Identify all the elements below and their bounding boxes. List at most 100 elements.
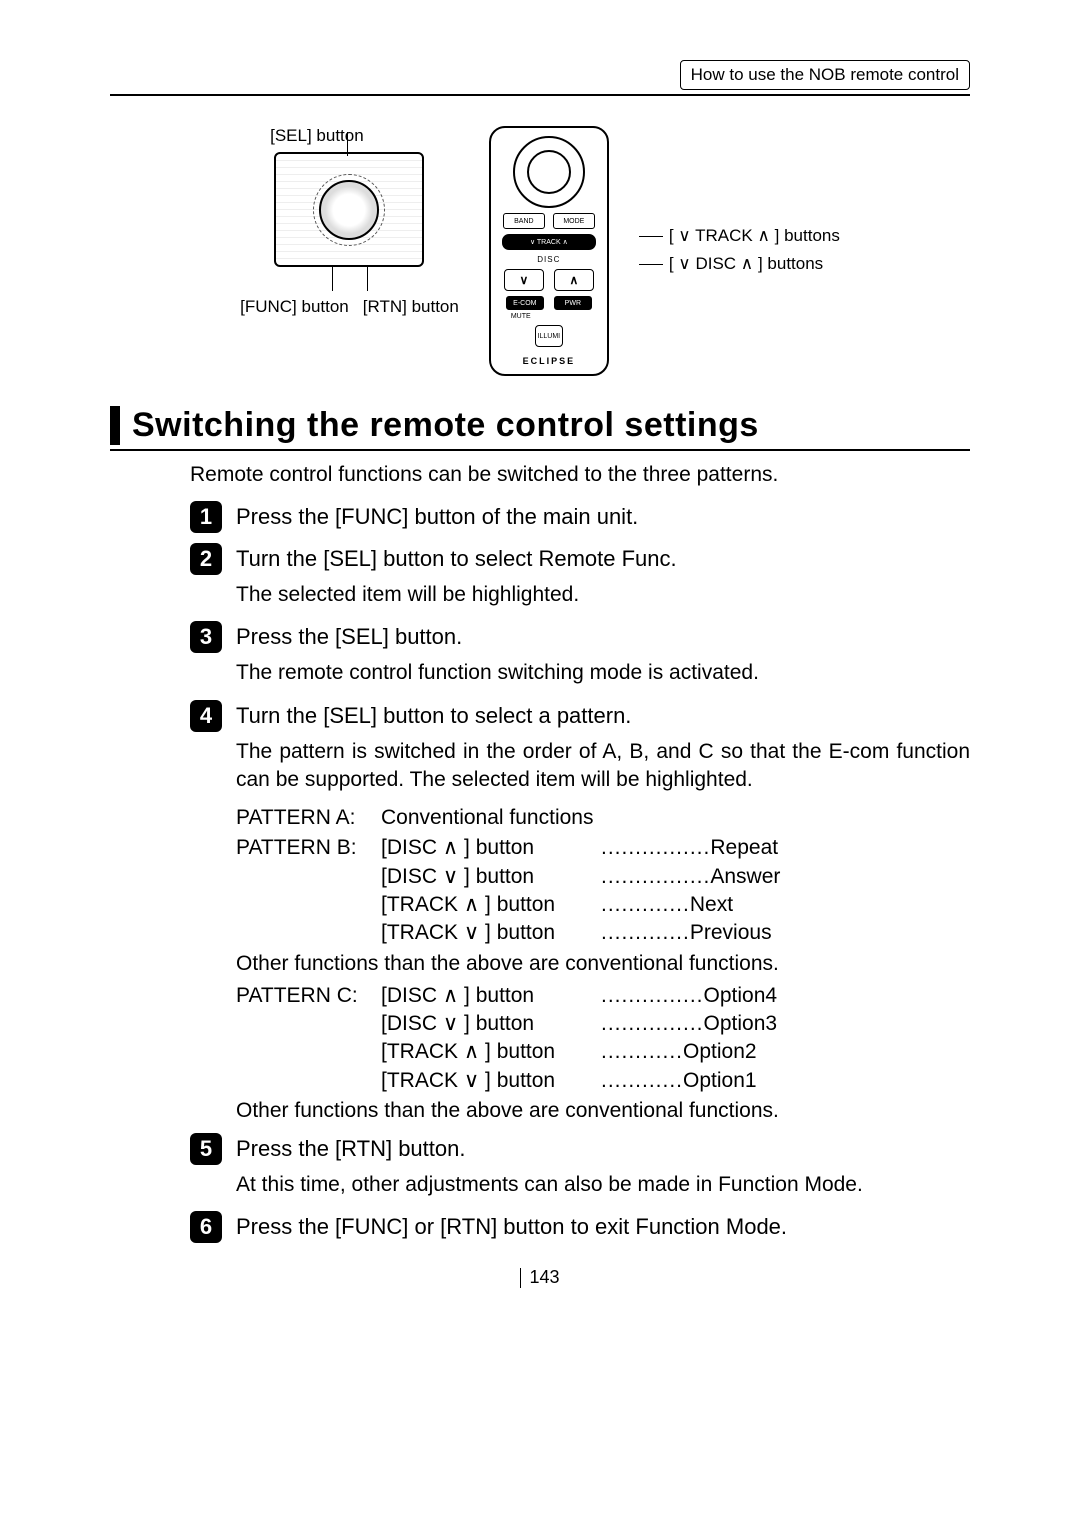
pattern-b-btn: [DISC ∧ ] button — [381, 834, 601, 862]
pattern-c-fn: Option2 — [683, 1038, 757, 1066]
pattern-b-row: PATTERN B: [DISC ∧ ] button ............… — [236, 834, 970, 862]
pattern-c-row: [TRACK ∨ ] button ............ Option1 — [236, 1067, 970, 1095]
pattern-spacer — [236, 1067, 381, 1095]
track-bar-icon: ∨ TRACK ∧ — [502, 234, 596, 250]
disc-label-icon: DISC — [537, 255, 560, 264]
pattern-b-label: PATTERN B: — [236, 834, 381, 862]
step-heading: Press the [SEL] button. — [236, 624, 462, 650]
pattern-spacer — [236, 891, 381, 919]
pattern-b-btn: [TRACK ∧ ] button — [381, 891, 601, 919]
track-buttons-text: [ ∨ TRACK ∧ ] buttons — [669, 226, 840, 246]
pattern-dots: ............... — [601, 1010, 704, 1038]
main-unit-illustration — [274, 152, 424, 267]
pattern-spacer — [236, 1010, 381, 1038]
remote-wheel-icon — [513, 136, 585, 208]
step-number-badge: 6 — [190, 1211, 222, 1243]
step-6: 6 Press the [FUNC] or [RTN] button to ex… — [190, 1211, 970, 1243]
pattern-dots: ............. — [601, 919, 690, 947]
step-3: 3 Press the [SEL] button. — [190, 621, 970, 653]
step-number-badge: 1 — [190, 501, 222, 533]
pattern-c-row: [DISC ∨ ] button ............... Option3 — [236, 1010, 970, 1038]
title-underline — [110, 449, 970, 451]
pattern-dots: ............. — [601, 891, 690, 919]
pattern-c-note: Other functions than the above are conve… — [236, 1099, 970, 1123]
pattern-b-block: PATTERN B: [DISC ∧ ] button ............… — [236, 834, 970, 947]
pattern-c-btn: [DISC ∧ ] button — [381, 982, 601, 1010]
disc-down-icon: ∨ — [504, 269, 544, 291]
disc-buttons-label: [ ∨ DISC ∧ ] buttons — [639, 254, 840, 274]
mute-label-icon: MUTE — [511, 313, 531, 320]
pattern-c-row: [TRACK ∧ ] button ............ Option2 — [236, 1038, 970, 1066]
pattern-b-row: [DISC ∨ ] button ................ Answer — [236, 863, 970, 891]
intro-text: Remote control functions can be switched… — [190, 463, 970, 487]
step-number-badge: 2 — [190, 543, 222, 575]
func-button-label: [FUNC] button — [240, 297, 349, 317]
pattern-spacer — [236, 919, 381, 947]
disc-up-icon: ∧ — [554, 269, 594, 291]
pattern-dots: ................ — [601, 863, 710, 891]
main-unit-diagram: [SEL] button [FUNC] button [RTN] button — [240, 126, 459, 317]
pattern-c-btn: [DISC ∨ ] button — [381, 1010, 601, 1038]
pattern-b-row: [TRACK ∧ ] button ............. Next — [236, 891, 970, 919]
mode-button-icon: MODE — [553, 213, 595, 229]
pattern-c-fn: Option4 — [704, 982, 778, 1010]
pattern-a-row: PATTERN A: Conventional functions — [236, 806, 970, 830]
pattern-b-row: [TRACK ∨ ] button ............. Previous — [236, 919, 970, 947]
pattern-b-btn: [DISC ∨ ] button — [381, 863, 601, 891]
track-buttons-label: [ ∨ TRACK ∧ ] buttons — [639, 226, 840, 246]
step-1: 1 Press the [FUNC] button of the main un… — [190, 501, 970, 533]
band-button-icon: BAND — [503, 213, 545, 229]
pattern-b-note: Other functions than the above are conve… — [236, 952, 970, 976]
diagram-area: [SEL] button [FUNC] button [RTN] button … — [110, 126, 970, 376]
pattern-dots: ............ — [601, 1067, 683, 1095]
header-tag: How to use the NOB remote control — [680, 60, 970, 90]
brand-label: ECLIPSE — [523, 356, 576, 366]
pwr-button-icon: PWR — [554, 296, 592, 310]
knob-icon — [319, 180, 379, 240]
remote-callout-labels: [ ∨ TRACK ∧ ] buttons [ ∨ DISC ∧ ] butto… — [639, 226, 840, 274]
disc-buttons-text: [ ∨ DISC ∧ ] buttons — [669, 254, 823, 274]
step-heading: Turn the [SEL] button to select a patter… — [236, 703, 631, 729]
pattern-a-label: PATTERN A: — [236, 806, 381, 830]
step-5: 5 Press the [RTN] button. — [190, 1133, 970, 1165]
step-body: The remote control function switching mo… — [236, 659, 970, 687]
ecom-button-icon: E-COM — [506, 296, 544, 310]
pattern-b-btn: [TRACK ∨ ] button — [381, 919, 601, 947]
footer-divider-icon — [520, 1268, 521, 1288]
pattern-dots: ............... — [601, 982, 704, 1010]
page-number: 143 — [529, 1267, 559, 1288]
pattern-spacer — [236, 1038, 381, 1066]
pattern-c-block: PATTERN C: [DISC ∧ ] button ............… — [236, 982, 970, 1095]
callout-line-icon — [347, 132, 348, 156]
remote-control-illustration: BAND MODE ∨ TRACK ∧ DISC ∨ ∧ E-COM PWR M… — [489, 126, 609, 376]
pattern-dots: ............ — [601, 1038, 683, 1066]
pattern-b-fn: Next — [690, 891, 733, 919]
step-body: At this time, other adjustments can also… — [236, 1171, 970, 1199]
pattern-c-label: PATTERN C: — [236, 982, 381, 1010]
step-body: The selected item will be highlighted. — [236, 581, 970, 609]
step-number-badge: 3 — [190, 621, 222, 653]
page-footer: 143 — [110, 1267, 970, 1288]
step-heading: Turn the [SEL] button to select Remote F… — [236, 546, 677, 572]
pattern-c-btn: [TRACK ∧ ] button — [381, 1038, 601, 1066]
pattern-c-row: PATTERN C: [DISC ∧ ] button ............… — [236, 982, 970, 1010]
callout-line-icon — [367, 267, 368, 291]
pattern-b-fn: Previous — [690, 919, 772, 947]
sel-button-label: [SEL] button — [270, 126, 364, 146]
pattern-b-fn: Repeat — [710, 834, 778, 862]
pattern-dots: ................ — [601, 834, 710, 862]
pattern-a-text: Conventional functions — [381, 806, 593, 830]
step-number-badge: 5 — [190, 1133, 222, 1165]
track-bar-text: ∨ TRACK ∧ — [530, 238, 568, 246]
illumi-button-icon: ILLUMI — [535, 325, 563, 347]
section-title: Switching the remote control settings — [110, 406, 970, 445]
pattern-b-fn: Answer — [710, 863, 780, 891]
step-body: The pattern is switched in the order of … — [236, 738, 970, 795]
pattern-c-fn: Option1 — [683, 1067, 757, 1095]
step-2: 2 Turn the [SEL] button to select Remote… — [190, 543, 970, 575]
step-heading: Press the [FUNC] button of the main unit… — [236, 504, 638, 530]
step-heading: Press the [RTN] button. — [236, 1136, 465, 1162]
rtn-button-label: [RTN] button — [363, 297, 459, 317]
pattern-spacer — [236, 863, 381, 891]
callout-line-icon — [332, 267, 333, 291]
